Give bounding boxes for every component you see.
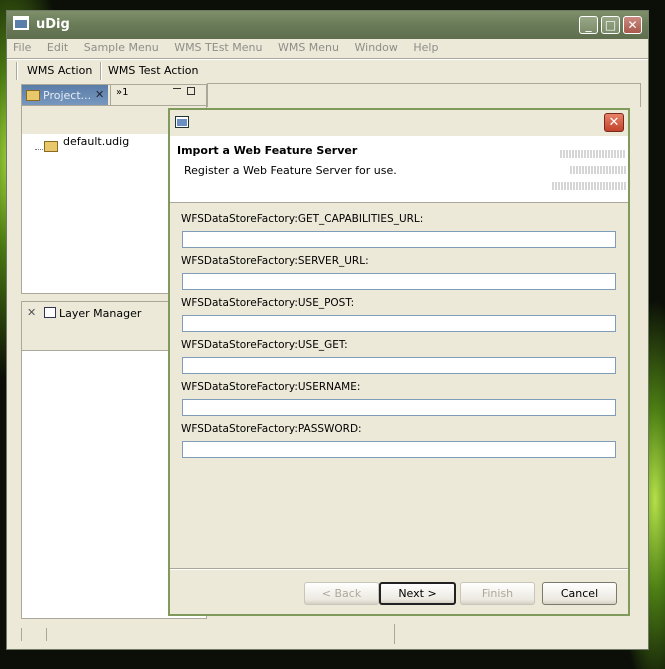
menu-bar: File Edit Sample Menu WMS TEst Menu WMS … <box>13 41 450 57</box>
wizard-banner-image <box>570 166 626 174</box>
username-input[interactable] <box>182 399 616 416</box>
field-label: WFSDataStoreFactory:USE_POST: <box>181 297 355 309</box>
field-label: WFSDataStoreFactory:USERNAME: <box>181 381 361 393</box>
dialog-header: Import a Web Feature Server Register a W… <box>170 136 628 203</box>
dialog-title-bar[interactable]: ✕ <box>170 110 628 136</box>
wizard-banner-image <box>560 150 626 158</box>
toolbar-grip <box>16 62 18 80</box>
back-button[interactable]: < Back <box>304 582 379 605</box>
dialog-description: Register a Web Feature Server for use. <box>184 164 397 177</box>
layer-manager-title: Layer Manager <box>59 307 142 320</box>
menu-help[interactable]: Help <box>413 41 438 54</box>
menu-sample[interactable]: Sample Menu <box>84 41 159 54</box>
password-input[interactable] <box>182 441 616 458</box>
finish-button[interactable]: Finish <box>460 582 535 605</box>
title-bar[interactable]: uDig _ □ ✕ <box>7 11 648 39</box>
close-button[interactable]: ✕ <box>623 16 642 34</box>
tab-projects-label: Project... <box>43 89 92 102</box>
minimize-button[interactable]: _ <box>579 16 598 34</box>
pane-minimize-icon[interactable] <box>173 88 181 89</box>
maximize-button[interactable]: □ <box>601 16 620 34</box>
tab-close-icon[interactable]: ✕ <box>95 88 104 101</box>
dialog-heading: Import a Web Feature Server <box>177 144 358 157</box>
tab-overflow[interactable]: »1 <box>110 85 205 105</box>
use-post-input[interactable] <box>182 315 616 332</box>
tab-overflow-label: »1 <box>116 87 129 98</box>
dialog-window-icon <box>175 116 189 128</box>
import-wfs-dialog: ✕ Import a Web Feature Server Register a… <box>168 108 630 616</box>
wms-test-action-button[interactable]: WMS Test Action <box>108 64 198 77</box>
status-separator <box>21 628 22 641</box>
cancel-button[interactable]: Cancel <box>542 582 617 605</box>
tree-item-default-udig[interactable]: default.udig <box>63 135 130 148</box>
wizard-banner-image <box>552 182 626 190</box>
menu-wms-test[interactable]: WMS TEst Menu <box>174 41 262 54</box>
dialog-close-button[interactable]: ✕ <box>604 113 624 132</box>
menu-window[interactable]: Window <box>355 41 398 54</box>
app-window-icon <box>13 16 29 30</box>
get-capabilities-url-input[interactable] <box>182 231 616 248</box>
server-url-input[interactable] <box>182 273 616 290</box>
status-separator <box>46 628 47 641</box>
field-label: WFSDataStoreFactory:SERVER_URL: <box>181 255 369 267</box>
editor-area-tabs <box>207 83 641 107</box>
menu-divider <box>7 58 648 60</box>
project-folder-icon <box>44 141 58 152</box>
layer-manager-icon <box>44 307 56 318</box>
use-get-input[interactable] <box>182 357 616 374</box>
menu-edit[interactable]: Edit <box>47 41 68 54</box>
status-separator <box>394 624 395 644</box>
next-button[interactable]: Next > <box>379 582 456 605</box>
menu-file[interactable]: File <box>13 41 31 54</box>
dialog-button-divider <box>170 568 628 570</box>
tab-projects[interactable]: Project... ✕ <box>22 85 108 105</box>
projects-folder-icon <box>26 90 40 101</box>
field-label: WFSDataStoreFactory:USE_GET: <box>181 339 348 351</box>
field-label: WFSDataStoreFactory:GET_CAPABILITIES_URL… <box>181 213 424 225</box>
status-bar <box>16 624 647 646</box>
toolbar: WMS Action WMS Test Action <box>16 62 647 82</box>
wms-action-button[interactable]: WMS Action <box>27 64 92 77</box>
layer-manager-close-icon[interactable]: ✕ <box>27 306 36 319</box>
field-label: WFSDataStoreFactory:PASSWORD: <box>181 423 362 435</box>
menu-wms[interactable]: WMS Menu <box>278 41 339 54</box>
app-title: uDig <box>36 17 70 32</box>
pane-maximize-icon[interactable] <box>187 87 195 95</box>
toolbar-separator <box>100 62 102 80</box>
